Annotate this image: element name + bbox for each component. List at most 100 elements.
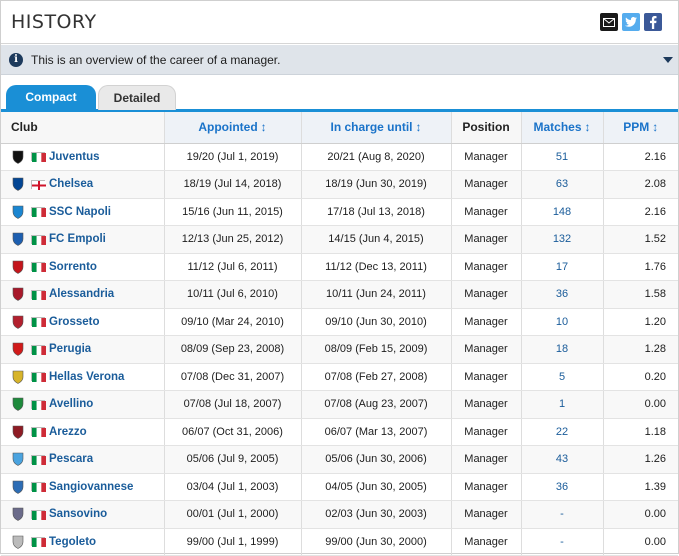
table-row[interactable]: Pescara 05/06 (Jul 9, 2005) 05/06 (Jun 30,…: [1, 445, 678, 474]
club-link[interactable]: Grosseto: [49, 316, 100, 328]
sangiovannese-crest-icon[interactable]: [11, 480, 25, 494]
club-link[interactable]: Alessandria: [49, 288, 114, 300]
matches-cell[interactable]: 63: [520, 170, 603, 199]
sort-icon[interactable]: ↕: [261, 120, 267, 134]
table-row[interactable]: Alessandria 10/11 (Jul 6, 2010) 10/11 (Jun…: [1, 280, 678, 309]
table-row[interactable]: Sansovino 00/01 (Jul 1, 2000) 02/03 (Jun 3…: [1, 500, 678, 529]
matches-cell[interactable]: 148: [520, 198, 603, 226]
table-row[interactable]: SSC Napoli 15/16 (Jun 11, 2015) 17/18 (Jul…: [1, 198, 678, 226]
chelsea-crest-icon[interactable]: [11, 177, 25, 192]
club-cell: Perugia: [1, 335, 164, 364]
panel-header: HISTORY: [1, 1, 678, 44]
hellas-verona-crest-icon[interactable]: [11, 370, 25, 384]
table-row[interactable]: Sangiovannese 03/04 (Jul 1, 2003) 04/05 (J…: [1, 473, 678, 501]
ppm-cell: 0.00: [602, 500, 678, 529]
club-link[interactable]: Chelsea: [49, 178, 93, 190]
club-cell: Sansovino: [1, 500, 164, 529]
table-row[interactable]: Arezzo 06/07 (Oct 31, 2006) 06/07 (Mar 13,…: [1, 418, 678, 446]
pescara-crest-icon[interactable]: [11, 452, 25, 467]
matches-cell[interactable]: 43: [520, 445, 603, 474]
matches-cell[interactable]: 1: [520, 390, 603, 419]
appointed-cell: 19/20 (Jul 1, 2019): [163, 143, 301, 171]
matches-cell[interactable]: 10: [520, 308, 603, 336]
matches-cell[interactable]: 36: [520, 280, 603, 309]
info-bar[interactable]: i This is an overview of the career of a…: [1, 45, 678, 75]
email-share-icon[interactable]: [600, 13, 618, 31]
club-link[interactable]: Sansovino: [49, 508, 107, 520]
column-header-position: Position: [450, 112, 521, 144]
in-charge-until-cell: 05/06 (Jun 30, 2006): [300, 445, 451, 474]
club-link[interactable]: SSC Napoli: [49, 206, 111, 218]
tab-compact[interactable]: Compact: [6, 85, 96, 110]
appointed-cell: 03/04 (Jul 1, 2003): [163, 473, 301, 501]
club-link[interactable]: Perugia: [49, 343, 91, 355]
club-cell: Sorrento: [1, 253, 164, 281]
sort-icon[interactable]: ↕: [416, 120, 422, 134]
sort-icon[interactable]: ↕: [585, 120, 591, 134]
position-cell: Manager: [450, 473, 521, 501]
sorrento-crest-icon[interactable]: [11, 260, 25, 274]
italy-flag-icon: [31, 399, 46, 410]
table-row[interactable]: Tegoleto 99/00 (Jul 1, 1999) 99/00 (Jun 30…: [1, 528, 678, 556]
club-link[interactable]: Sangiovannese: [49, 481, 133, 493]
matches-cell: -: [520, 500, 603, 529]
club-link[interactable]: Arezzo: [49, 426, 87, 438]
ppm-cell: 1.28: [602, 335, 678, 364]
tegoleto-crest-icon[interactable]: [11, 535, 25, 549]
club-link[interactable]: Pescara: [49, 453, 93, 465]
column-header-matches[interactable]: Matches ↕: [520, 112, 603, 144]
empoli-crest-icon[interactable]: [11, 232, 25, 247]
matches-cell[interactable]: 36: [520, 473, 603, 501]
matches-cell[interactable]: 22: [520, 418, 603, 446]
facebook-share-icon[interactable]: [644, 13, 662, 31]
grosseto-crest-icon[interactable]: [11, 315, 25, 329]
table-row[interactable]: FC Empoli 12/13 (Jun 25, 2012) 14/15 (Jun …: [1, 225, 678, 254]
club-link[interactable]: Sorrento: [49, 261, 97, 273]
table-row[interactable]: Sorrento 11/12 (Jul 6, 2011) 11/12 (Dec 13…: [1, 253, 678, 281]
twitter-share-icon[interactable]: [622, 13, 640, 31]
matches-cell[interactable]: 18: [520, 335, 603, 364]
column-header-ppm[interactable]: PPM ↕: [602, 112, 678, 144]
arezzo-crest-icon[interactable]: [11, 425, 25, 439]
matches-cell[interactable]: 5: [520, 363, 603, 391]
column-header-in-charge-until[interactable]: In charge until ↕: [300, 112, 451, 144]
juventus-crest-icon[interactable]: [11, 150, 25, 164]
club-link[interactable]: FC Empoli: [49, 233, 106, 245]
club-link[interactable]: Avellino: [49, 398, 93, 410]
table-row[interactable]: Juventus 19/20 (Jul 1, 2019) 20/21 (Aug 8,…: [1, 143, 678, 171]
table-row[interactable]: Chelsea 18/19 (Jul 14, 2018) 18/19 (Jun 30…: [1, 170, 678, 199]
club-cell: Hellas Verona: [1, 363, 164, 391]
in-charge-until-cell: 11/12 (Dec 13, 2011): [300, 253, 451, 281]
column-header-appointed[interactable]: Appointed ↕: [163, 112, 301, 144]
table-row[interactable]: Perugia 08/09 (Sep 23, 2008) 08/09 (Feb 15…: [1, 335, 678, 364]
matches-cell[interactable]: 17: [520, 253, 603, 281]
position-cell: Manager: [450, 528, 521, 556]
club-link[interactable]: Hellas Verona: [49, 371, 124, 383]
club-link[interactable]: Juventus: [49, 151, 100, 163]
club-link[interactable]: Tegoleto: [49, 536, 96, 548]
appointed-cell: 15/16 (Jun 11, 2015): [163, 198, 301, 226]
appointed-cell: 99/00 (Jul 1, 1999): [163, 528, 301, 556]
alessandria-crest-icon[interactable]: [11, 287, 25, 302]
table-row[interactable]: Grosseto 09/10 (Mar 24, 2010) 09/10 (Jun 3…: [1, 308, 678, 336]
sort-icon[interactable]: ↕: [652, 120, 658, 134]
career-table: Club Appointed ↕ In charge until ↕ Positio…: [1, 112, 678, 556]
matches-cell[interactable]: 132: [520, 225, 603, 254]
matches-cell[interactable]: 51: [520, 143, 603, 171]
perugia-crest-icon[interactable]: [11, 342, 25, 357]
avellino-crest-icon[interactable]: [11, 397, 25, 412]
sansovino-crest-icon[interactable]: [11, 507, 25, 522]
italy-flag-icon: [31, 372, 46, 383]
in-charge-until-cell: 17/18 (Jul 13, 2018): [300, 198, 451, 226]
tab-detailed[interactable]: Detailed: [98, 85, 176, 110]
napoli-crest-icon[interactable]: [11, 205, 25, 219]
italy-flag-icon: [31, 482, 46, 493]
table-row[interactable]: Avellino 07/08 (Jul 18, 2007) 07/08 (Aug 2…: [1, 390, 678, 419]
chevron-down-icon[interactable]: [663, 57, 673, 63]
italy-flag-icon: [31, 289, 46, 300]
italy-flag-icon: [31, 509, 46, 520]
italy-flag-icon: [31, 262, 46, 273]
table-row[interactable]: Hellas Verona 07/08 (Dec 31, 2007) 07/08 (…: [1, 363, 678, 391]
position-cell: Manager: [450, 253, 521, 281]
in-charge-until-cell: 99/00 (Jun 30, 2000): [300, 528, 451, 556]
